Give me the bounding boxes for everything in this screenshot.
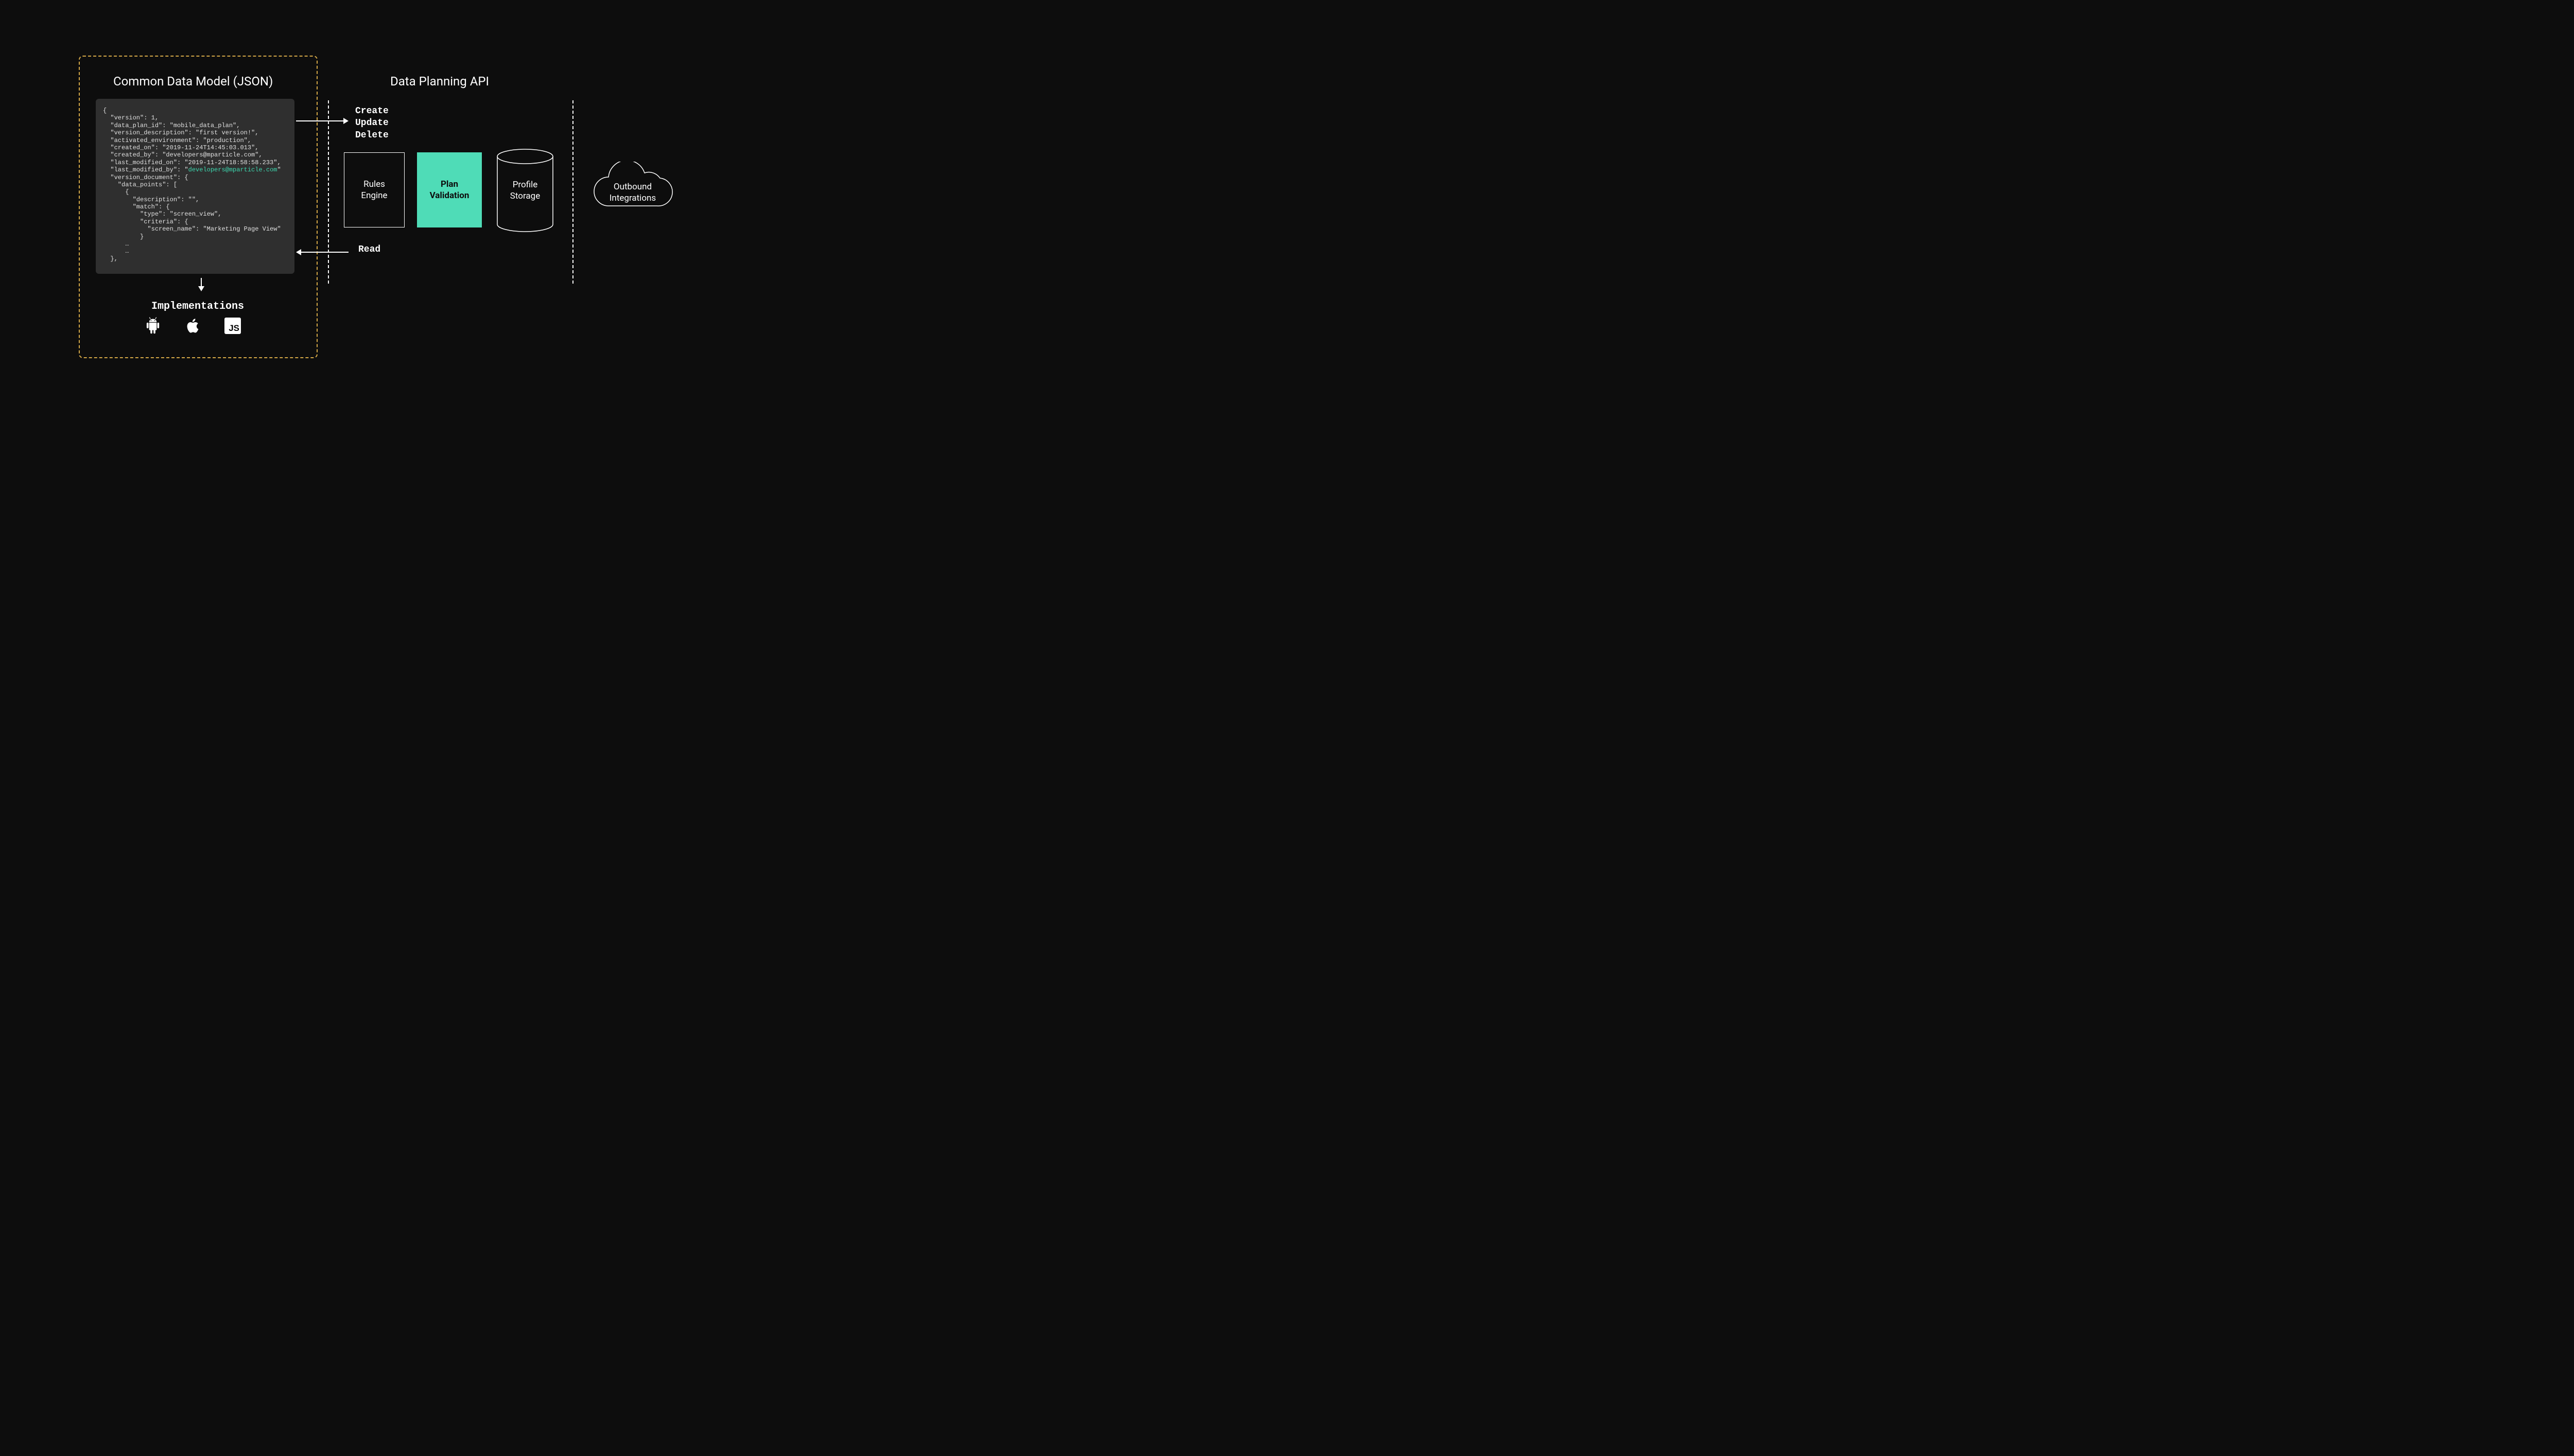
code-line: "version_document": { bbox=[103, 174, 188, 181]
cdm-title: Common Data Model (JSON) bbox=[113, 74, 273, 89]
code-line: "created_by": "developers@mparticle.com"… bbox=[103, 151, 263, 159]
code-line: } bbox=[103, 233, 144, 240]
code-line: "description": "", bbox=[103, 196, 199, 203]
code-line: "last_modified_on": "2019-11-24T18:58:58… bbox=[103, 159, 281, 166]
code-line: "criteria": { bbox=[103, 218, 188, 225]
create-label: Create bbox=[355, 106, 389, 117]
outbound-label: Outbound Integrations bbox=[597, 181, 669, 204]
plan-validation-box: Plan Validation bbox=[417, 152, 482, 227]
code-line: … bbox=[103, 248, 129, 255]
code-line: "last_modified_by": " bbox=[103, 166, 188, 173]
crud-labels: Create Update Delete bbox=[355, 106, 389, 142]
divider-line bbox=[572, 100, 573, 284]
code-line: "data_plan_id": "mobile_data_plan", bbox=[103, 122, 240, 129]
api-title: Data Planning API bbox=[390, 74, 489, 89]
code-line: }, bbox=[103, 255, 118, 262]
rules-engine-box: Rules Engine bbox=[344, 152, 405, 227]
code-line: { bbox=[103, 188, 129, 196]
apple-icon bbox=[185, 317, 200, 335]
platform-icons: JS bbox=[145, 317, 241, 335]
code-line: "match": { bbox=[103, 203, 170, 210]
json-code-block: { "version": 1, "data_plan_id": "mobile_… bbox=[96, 99, 294, 274]
code-line: "created_on": "2019-11-24T14:45:03.013", bbox=[103, 144, 258, 151]
code-line: "version_description": "first version!", bbox=[103, 129, 258, 136]
code-line: { bbox=[103, 107, 107, 114]
js-icon: JS bbox=[224, 318, 241, 334]
android-icon bbox=[145, 317, 161, 335]
code-line: "version": 1, bbox=[103, 114, 159, 121]
arrow-right-icon bbox=[296, 118, 349, 124]
profile-storage-label: Profile Storage bbox=[492, 179, 558, 202]
code-highlight: developers@mparticle.com bbox=[188, 166, 277, 173]
arrow-left-icon bbox=[296, 249, 349, 255]
arrow-down-icon bbox=[198, 278, 204, 291]
rules-engine-label: Rules Engine bbox=[361, 179, 387, 201]
update-label: Update bbox=[355, 117, 389, 129]
code-line: "data_points": [ bbox=[103, 181, 177, 188]
code-line: … bbox=[103, 240, 129, 248]
divider-line bbox=[328, 100, 329, 284]
read-label: Read bbox=[358, 244, 380, 255]
delete-label: Delete bbox=[355, 130, 389, 142]
plan-validation-label: Plan Validation bbox=[430, 179, 469, 201]
implementations-label: Implementations bbox=[151, 301, 244, 312]
code-line: "type": "screen_view", bbox=[103, 210, 221, 218]
code-line: " bbox=[277, 166, 281, 173]
code-line: "activated_environment": "production", bbox=[103, 137, 251, 144]
code-line: "screen_name": "Marketing Page View" bbox=[103, 225, 281, 233]
